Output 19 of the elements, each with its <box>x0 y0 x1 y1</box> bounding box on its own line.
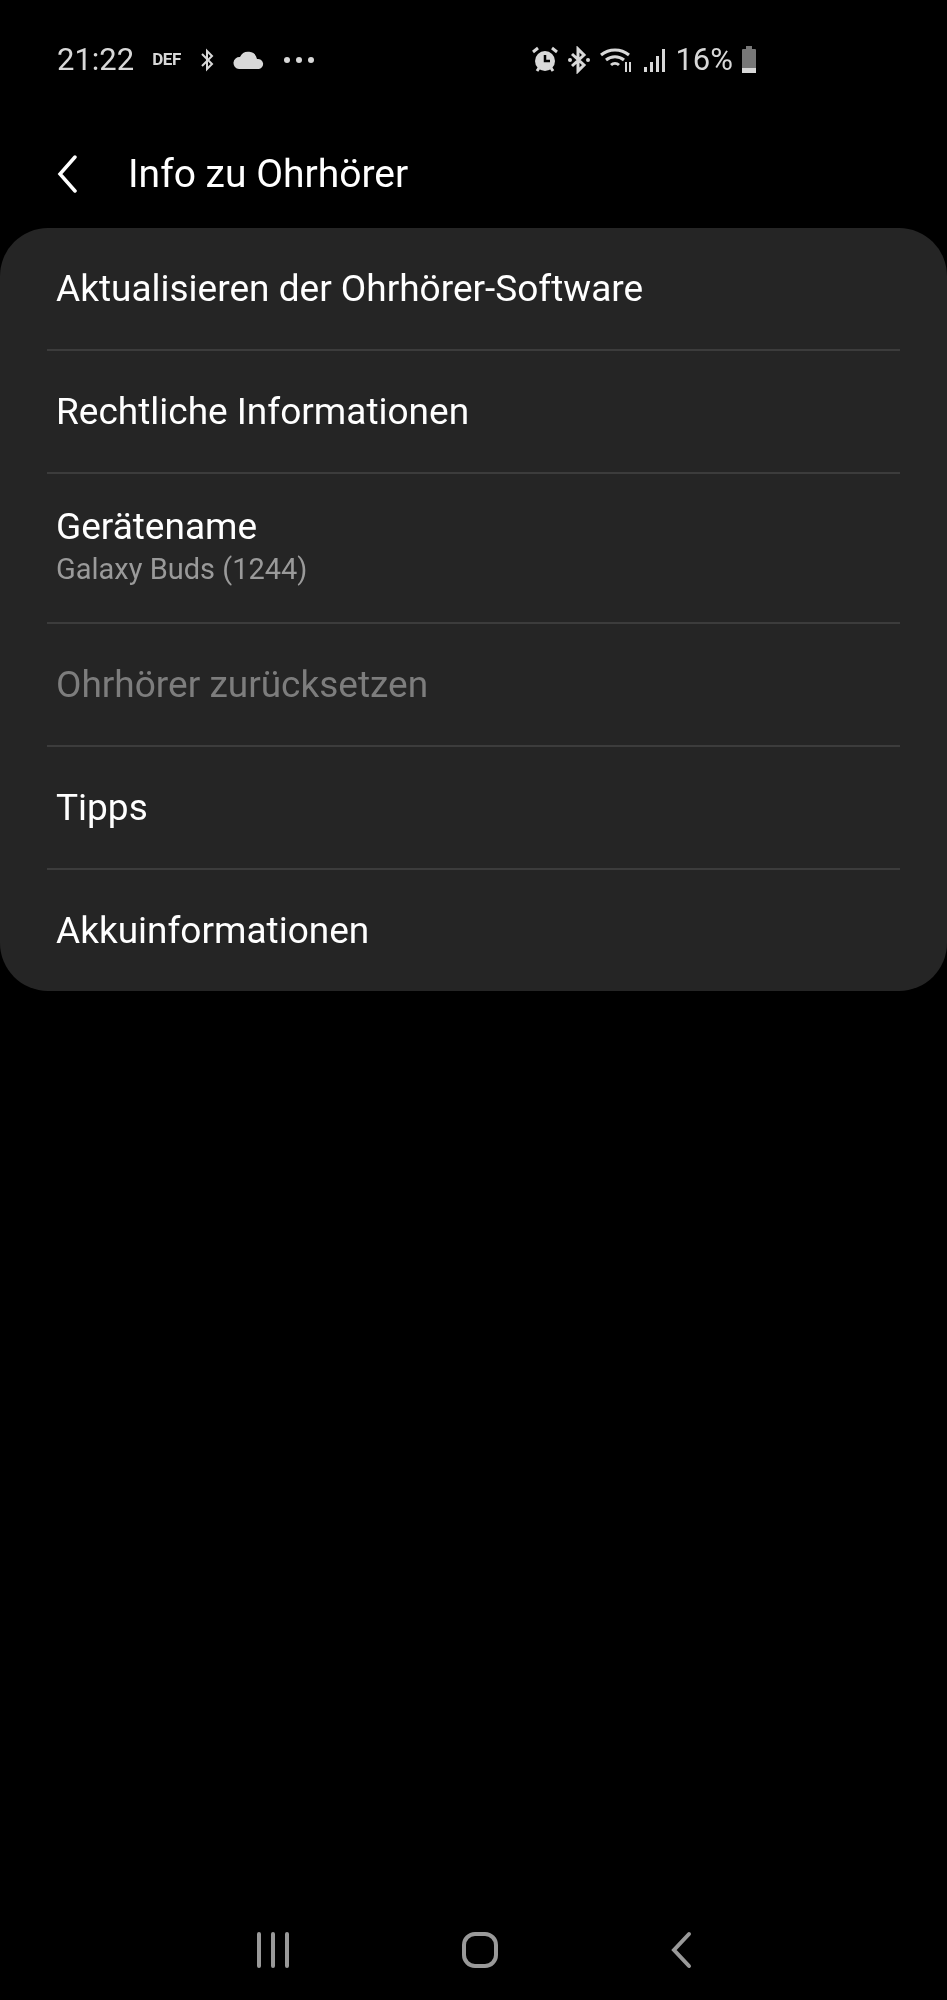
settings-item[interactable]: Rechtliche Informationen <box>0 351 947 472</box>
battery-percent: 16% <box>675 39 733 80</box>
bluetooth-icon <box>198 47 215 73</box>
alarm-icon <box>531 46 560 74</box>
settings-item[interactable]: Aktualisieren der Ohrhörer-Software <box>0 228 947 349</box>
page-title: Info zu Ohrhörer <box>128 149 409 199</box>
settings-item[interactable]: Gerätename Galaxy Buds (1244) <box>0 474 947 622</box>
home-icon[interactable] <box>460 1931 499 1969</box>
more-icon <box>282 56 315 64</box>
settings-item[interactable]: Tipps <box>0 747 947 868</box>
settings-item[interactable]: Akkuinformationen <box>0 870 947 991</box>
carrier-label: DEF <box>152 48 181 72</box>
status-time: 21:22 <box>57 39 135 80</box>
bluetooth-icon <box>567 46 592 74</box>
cloud-icon <box>232 50 265 70</box>
back-icon[interactable] <box>669 1931 692 1969</box>
signal-icon <box>643 47 668 73</box>
battery-icon <box>741 46 757 74</box>
recent-apps-icon[interactable] <box>255 1932 290 1968</box>
